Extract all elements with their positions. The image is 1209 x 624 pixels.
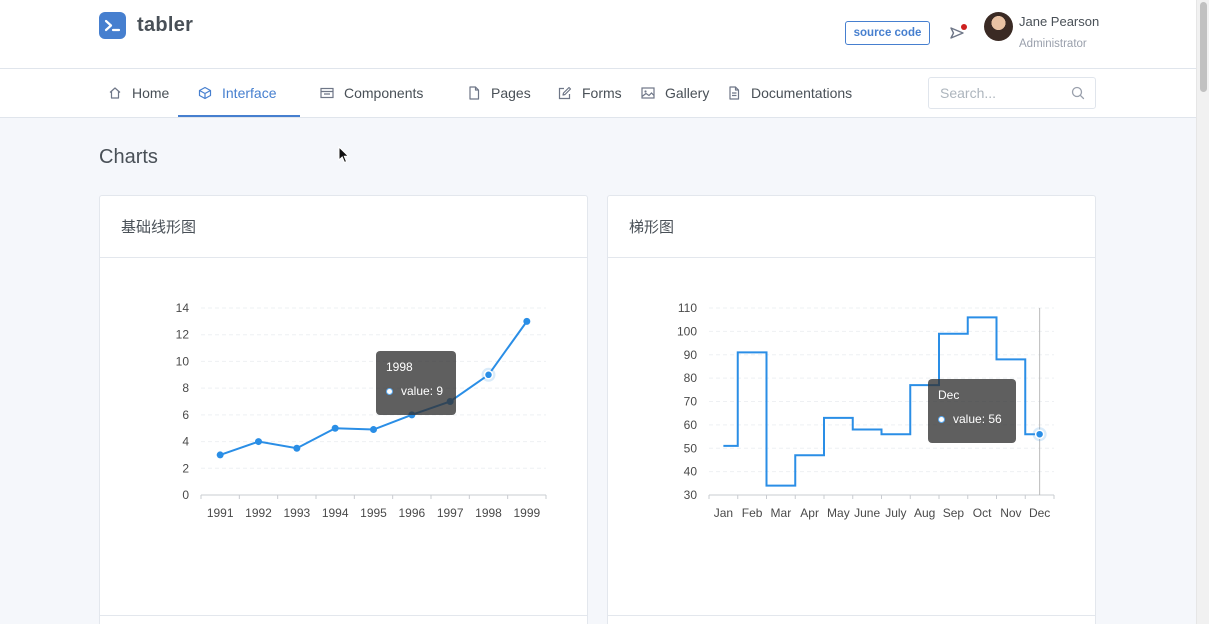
main-nav: Home Interface Components Pages Forms Ga… bbox=[0, 69, 1196, 118]
y-tick-label: 110 bbox=[678, 301, 697, 315]
box-icon bbox=[198, 86, 212, 100]
mouse-cursor-icon bbox=[338, 146, 350, 164]
x-tick-label: 1994 bbox=[322, 506, 349, 520]
nav-item-pages[interactable]: Pages bbox=[467, 69, 531, 117]
y-tick-label: 40 bbox=[684, 465, 698, 479]
nav-item-home[interactable]: Home bbox=[108, 69, 169, 117]
x-tick-label: 1997 bbox=[437, 506, 464, 520]
tooltip-value: value: 9 bbox=[401, 384, 444, 398]
data-point bbox=[523, 317, 531, 325]
x-tick-label: 1992 bbox=[245, 506, 272, 520]
y-tick-label: 12 bbox=[176, 328, 190, 342]
scrollbar-thumb[interactable] bbox=[1200, 2, 1207, 92]
nav-label: Pages bbox=[491, 85, 531, 101]
tooltip-title: Dec bbox=[938, 388, 960, 402]
y-tick-label: 14 bbox=[176, 301, 190, 315]
y-tick-label: 30 bbox=[684, 488, 698, 502]
card-title: 梯形图 bbox=[608, 196, 1095, 258]
nav-label: Home bbox=[132, 85, 170, 101]
chart-tooltip: 1998 value: 9 bbox=[376, 351, 456, 415]
notification-badge bbox=[961, 24, 967, 30]
tooltip-title: 1998 bbox=[386, 360, 413, 374]
series-marker-icon bbox=[386, 387, 393, 395]
brand-logo[interactable]: tabler bbox=[99, 12, 193, 39]
y-tick-label: 80 bbox=[684, 371, 698, 385]
line-chart[interactable]: 0 2 4 6 8 10 12 14 1991 1992 1993 1994 1995 1996 1997 1… bbox=[100, 259, 587, 599]
avatar[interactable] bbox=[984, 12, 1013, 41]
y-tick-label: 4 bbox=[182, 435, 189, 449]
x-tick-label: Oct bbox=[973, 506, 992, 520]
file-text-icon bbox=[729, 86, 740, 100]
search-icon[interactable] bbox=[1071, 86, 1085, 100]
source-code-button[interactable]: source code bbox=[845, 21, 930, 45]
highlight-point bbox=[1034, 429, 1045, 439]
chart-card-line: 基础线形图 0 2 4 6 8 10 12 14 1991 1992 1993 1994 1995 199… bbox=[99, 195, 588, 624]
x-tick-label: Feb bbox=[742, 506, 763, 520]
active-tab-indicator bbox=[178, 115, 300, 117]
page-scrollbar[interactable] bbox=[1196, 0, 1209, 624]
step-chart[interactable]: 30 40 50 60 70 80 90 100 110 Jan Feb Mar Apr May June J… bbox=[608, 259, 1095, 599]
card-title: 基础线形图 bbox=[100, 196, 587, 258]
x-tick-label: Dec bbox=[1029, 506, 1050, 520]
x-tick-label: 1999 bbox=[513, 506, 540, 520]
nav-item-gallery[interactable]: Gallery bbox=[641, 69, 709, 117]
nav-label: Interface bbox=[222, 85, 277, 101]
x-tick-label: Sep bbox=[943, 506, 965, 520]
nav-label: Documentations bbox=[751, 85, 853, 101]
x-tick-label: Apr bbox=[800, 506, 819, 520]
y-tick-label: 60 bbox=[684, 418, 698, 432]
nav-label: Forms bbox=[582, 85, 622, 101]
calendar-icon bbox=[320, 87, 334, 99]
data-point bbox=[216, 451, 224, 459]
x-tick-label: July bbox=[885, 506, 906, 520]
brand-name: tabler bbox=[137, 14, 194, 36]
series-marker-icon bbox=[938, 415, 945, 423]
x-tick-label: 1995 bbox=[360, 506, 387, 520]
x-tick-label: Nov bbox=[1000, 506, 1021, 520]
x-tick-label: June bbox=[854, 506, 880, 520]
user-name[interactable]: Jane Pearson bbox=[1019, 14, 1099, 29]
home-icon bbox=[109, 87, 121, 99]
card-divider bbox=[100, 615, 587, 616]
x-tick-label: Jan bbox=[714, 506, 733, 520]
y-tick-label: 50 bbox=[684, 441, 698, 455]
card-divider bbox=[608, 615, 1095, 616]
image-icon bbox=[641, 87, 655, 99]
nav-item-interface[interactable]: Interface bbox=[198, 69, 276, 117]
x-tick-label: 1996 bbox=[398, 506, 425, 520]
y-tick-label: 70 bbox=[684, 395, 698, 409]
x-tick-label: Mar bbox=[771, 506, 792, 520]
nav-label: Gallery bbox=[665, 85, 710, 101]
highlight-point bbox=[483, 370, 494, 380]
y-tick-label: 0 bbox=[182, 488, 189, 502]
x-tick-label: 1998 bbox=[475, 506, 502, 520]
data-point bbox=[293, 444, 301, 452]
terminal-icon bbox=[99, 12, 126, 39]
tooltip-value: value: 56 bbox=[953, 412, 1002, 426]
x-tick-label: 1991 bbox=[207, 506, 234, 520]
nav-label: Components bbox=[344, 85, 424, 101]
user-role: Administrator bbox=[1019, 38, 1087, 50]
y-tick-label: 6 bbox=[182, 408, 189, 422]
x-tick-label: May bbox=[827, 506, 850, 520]
chart-tooltip: Dec value: 56 bbox=[928, 379, 1016, 443]
x-tick-label: Aug bbox=[914, 506, 935, 520]
nav-item-forms[interactable]: Forms bbox=[558, 69, 622, 117]
data-point bbox=[370, 426, 377, 434]
data-point bbox=[331, 424, 339, 432]
data-point bbox=[255, 438, 262, 446]
chart-card-step: 梯形图 30 40 50 60 70 80 90 100 110 Jan Feb Mar Apr May J… bbox=[607, 195, 1096, 624]
nav-item-components[interactable]: Components bbox=[320, 69, 423, 117]
edit-icon bbox=[558, 86, 572, 100]
x-tick-label: 1993 bbox=[283, 506, 310, 520]
y-tick-label: 100 bbox=[677, 324, 697, 338]
y-tick-label: 8 bbox=[182, 381, 189, 395]
y-tick-label: 2 bbox=[182, 461, 189, 475]
file-icon bbox=[469, 86, 480, 100]
y-tick-label: 10 bbox=[176, 354, 190, 368]
y-tick-label: 90 bbox=[684, 348, 698, 362]
top-header: tabler source code Jane Pearson Administ… bbox=[0, 0, 1196, 69]
nav-item-documentations[interactable]: Documentations bbox=[727, 69, 852, 117]
page-title: Charts bbox=[99, 146, 158, 168]
